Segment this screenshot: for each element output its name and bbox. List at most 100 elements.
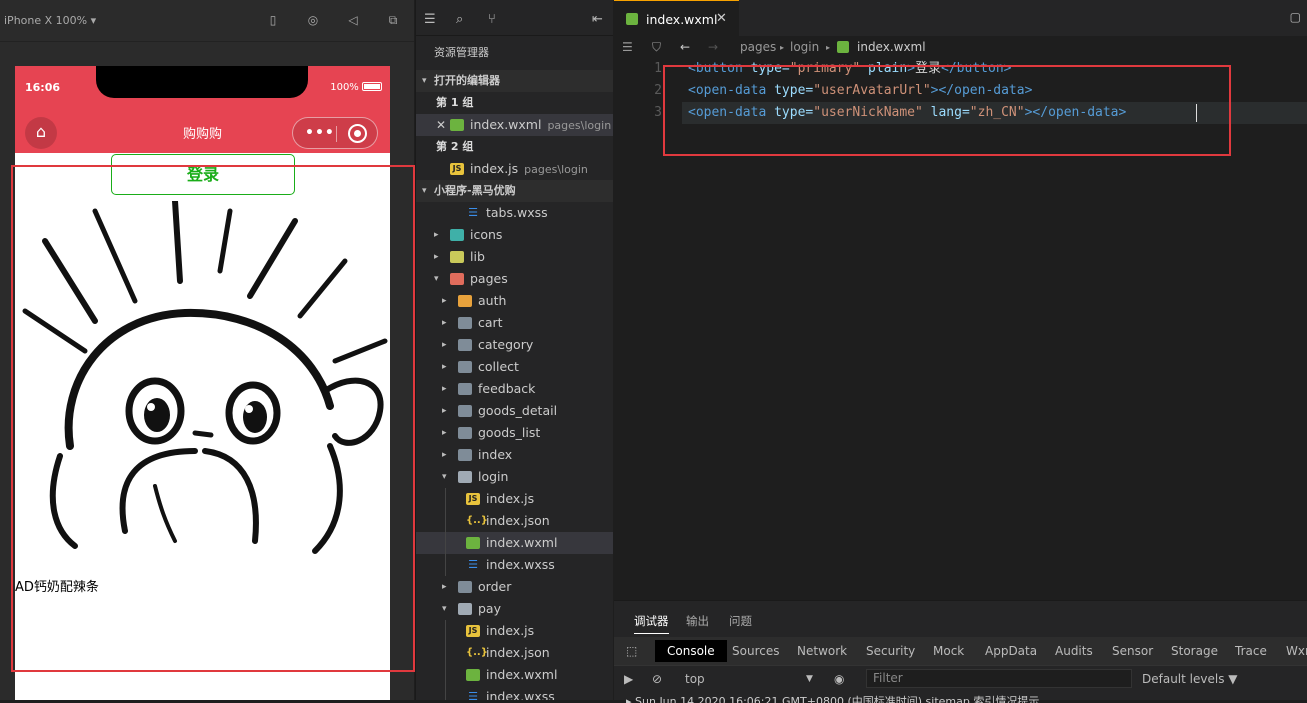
code-token: 登录 xyxy=(915,61,942,76)
code-source: <button type="primary" plain>登录</button> xyxy=(688,58,1011,80)
folder-icon xyxy=(458,427,472,439)
inspect-icon[interactable]: ⬚ xyxy=(626,644,637,658)
folder-icon xyxy=(450,229,464,241)
tab-sensor[interactable]: Sensor xyxy=(1112,644,1153,658)
tab-problems[interactable]: 问题 xyxy=(729,613,752,629)
indent-guide xyxy=(445,642,446,664)
tree-item[interactable]: ☰ index.wxss xyxy=(416,686,613,700)
tree-item[interactable]: JS index.js xyxy=(416,488,613,510)
more-icon[interactable]: ••• xyxy=(305,125,335,141)
back-arrow-icon[interactable]: ← xyxy=(680,40,690,54)
close-app-icon[interactable] xyxy=(348,124,367,143)
tree-item[interactable]: ▾ pay xyxy=(416,598,613,620)
record-icon[interactable]: ◎ xyxy=(306,13,320,27)
chevron-right-icon: ▸ xyxy=(442,318,447,328)
tree-item[interactable]: ▸ order xyxy=(416,576,613,598)
tree-item[interactable]: ▸ collect xyxy=(416,356,613,378)
tab-mock[interactable]: Mock xyxy=(933,644,964,658)
editor-tab[interactable]: index.wxml ✕ xyxy=(614,0,739,36)
phone-icon[interactable]: ▯ xyxy=(266,13,280,27)
collapse-panel-icon[interactable]: ⇤ xyxy=(592,12,603,27)
tree-item[interactable]: {..} index.json xyxy=(416,510,613,532)
tab-security[interactable]: Security xyxy=(866,644,915,658)
forward-arrow-icon[interactable]: → xyxy=(708,40,718,54)
tab-appdata[interactable]: AppData xyxy=(985,644,1037,658)
breadcrumb-item[interactable]: login xyxy=(790,40,819,54)
log-levels-select[interactable]: Default levels ▼ xyxy=(1142,672,1238,686)
tree-item[interactable]: {..} index.json xyxy=(416,642,613,664)
sidebar-toggle-icon[interactable]: ▶ xyxy=(624,672,633,686)
tab-audits[interactable]: Audits xyxy=(1055,644,1093,658)
tree-item[interactable]: ▸ index xyxy=(416,444,613,466)
tree-item[interactable]: ▸ goods_detail xyxy=(416,400,613,422)
open-editors-header[interactable]: ▾ 打开的编辑器 xyxy=(416,70,613,92)
open-editor-item[interactable]: ✕ index.wxml pages\login xyxy=(416,114,613,136)
tree-item[interactable]: ▾ pages xyxy=(416,268,613,290)
clear-console-icon[interactable]: ⊘ xyxy=(652,672,662,686)
tab-wxml[interactable]: Wxml xyxy=(1286,644,1307,658)
open-editor-name: index.js xyxy=(470,161,519,176)
folder-icon xyxy=(458,449,472,461)
battery-icon xyxy=(362,82,382,91)
open-editor-path: pages\login xyxy=(547,119,612,132)
console-filter-input[interactable]: Filter xyxy=(866,669,1132,688)
split-editor-icon[interactable]: ▢ xyxy=(1290,10,1301,24)
context-select[interactable]: top xyxy=(685,672,705,686)
login-button[interactable]: 登录 xyxy=(111,154,295,195)
bookmark-icon[interactable]: ⛉ xyxy=(652,40,661,55)
wxss-file-icon: ☰ xyxy=(468,206,478,219)
tree-item[interactable]: ▸ goods_list xyxy=(416,422,613,444)
list-icon[interactable]: ☰ xyxy=(424,12,436,27)
tree-item-label: index.json xyxy=(486,513,550,528)
chevron-right-icon: ▸ xyxy=(434,252,439,262)
device-selector[interactable]: iPhone X 100% ▾ xyxy=(4,14,96,27)
tree-item[interactable]: index.wxml xyxy=(416,532,613,554)
detach-icon[interactable]: ⧉ xyxy=(386,13,400,27)
tree-item[interactable]: ▸ feedback xyxy=(416,378,613,400)
tree-item[interactable]: ▸ icons xyxy=(416,224,613,246)
code-token: <open-data xyxy=(688,105,767,120)
code-line[interactable]: 1 <button type="primary" plain>登录</button… xyxy=(614,58,1307,80)
chevron-down-icon: ▾ xyxy=(442,472,447,482)
tab-debugger[interactable]: 调试器 xyxy=(634,613,669,634)
breadcrumb-item[interactable]: pages xyxy=(740,40,776,54)
tree-item[interactable]: ☰ index.wxss xyxy=(416,554,613,576)
tree-item[interactable]: JS index.js xyxy=(416,620,613,642)
code-line[interactable]: 2 <open-data type="userAvatarUrl"></open-… xyxy=(614,80,1307,102)
branch-icon[interactable]: ⑂ xyxy=(488,12,496,27)
tab-storage[interactable]: Storage xyxy=(1171,644,1218,658)
search-icon[interactable]: ⌕ xyxy=(456,12,463,27)
folder-open-icon xyxy=(458,603,472,615)
indent-guide xyxy=(445,620,446,642)
debugger-tabs: 调试器 输出 问题 xyxy=(614,601,1307,637)
tree-item[interactable]: ▸ category xyxy=(416,334,613,356)
folder-icon xyxy=(458,339,472,351)
breadcrumb-item[interactable]: index.wxml xyxy=(857,40,926,54)
chevron-right-icon: ▸ xyxy=(442,406,447,416)
json-file-icon: {..} xyxy=(466,647,488,658)
close-editor-icon[interactable]: ✕ xyxy=(436,114,446,136)
tab-console[interactable]: Console xyxy=(655,640,727,662)
tab-trace[interactable]: Trace xyxy=(1235,644,1267,658)
editor-tab-label: index.wxml xyxy=(646,12,718,27)
outline-icon[interactable]: ☰ xyxy=(622,40,633,54)
tree-item-label: pay xyxy=(478,601,501,616)
eye-icon[interactable]: ◉ xyxy=(834,672,844,686)
code-token: > xyxy=(907,61,916,76)
folder-open-icon xyxy=(458,471,472,483)
tree-item[interactable]: ▸ auth xyxy=(416,290,613,312)
tree-item[interactable]: ▸ lib xyxy=(416,246,613,268)
tree-item[interactable]: index.wxml xyxy=(416,664,613,686)
tab-sources[interactable]: Sources xyxy=(732,644,779,658)
project-header[interactable]: ▾ 小程序-黑马优购 xyxy=(416,180,613,202)
tab-network[interactable]: Network xyxy=(797,644,847,658)
open-editor-item[interactable]: JS index.js pages\login xyxy=(416,158,613,180)
tree-item[interactable]: ☰ tabs.wxss xyxy=(416,202,613,224)
tree-item[interactable]: ▾ login xyxy=(416,466,613,488)
code-line[interactable]: 3 <open-data type="userNickName" lang="zh… xyxy=(614,102,1307,124)
sound-icon[interactable]: ◁ xyxy=(346,13,360,27)
close-tab-icon[interactable]: ✕ xyxy=(716,11,727,26)
tab-output[interactable]: 输出 xyxy=(686,613,709,629)
chevron-right-icon: ▸ xyxy=(442,362,447,372)
tree-item[interactable]: ▸ cart xyxy=(416,312,613,334)
